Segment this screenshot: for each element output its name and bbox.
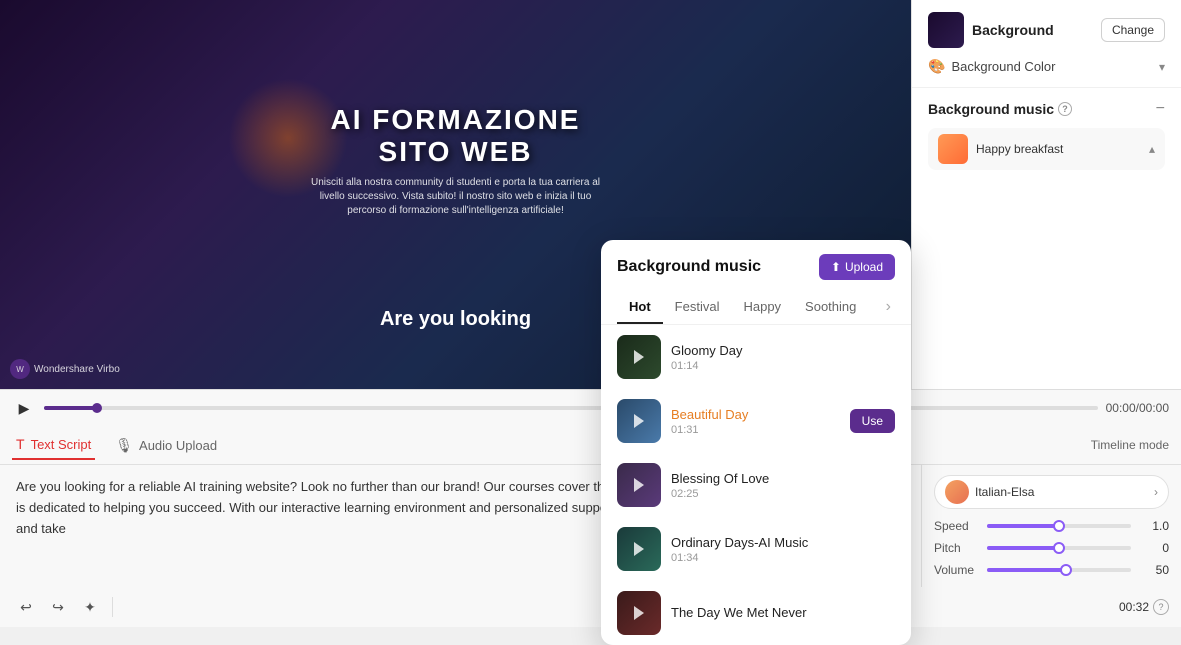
magic-button[interactable]: ✦ (76, 593, 104, 621)
pitch-value: 0 (1139, 541, 1169, 555)
music-info: Gloomy Day 01:14 (671, 343, 895, 372)
background-row: Background Change (928, 12, 1165, 48)
tab-hot[interactable]: Hot (617, 291, 663, 324)
background-label: Background (972, 22, 1093, 38)
pitch-thumb (1053, 542, 1065, 554)
volume-fill (987, 568, 1066, 572)
bg-music-title: Background music ? (928, 101, 1072, 117)
speed-thumb (1053, 520, 1065, 532)
play-button[interactable]: ▶ (12, 396, 36, 420)
chevron-up-icon: ▴ (1149, 142, 1155, 156)
text-script-icon: T (16, 436, 25, 452)
list-item[interactable]: Gloomy Day 01:14 (601, 325, 911, 389)
bg-music-header: Background music ? − (928, 100, 1165, 118)
tab-text-script[interactable]: T Text Script (12, 430, 95, 460)
speed-fill (987, 524, 1059, 528)
popup-header: Background music ⬆ Upload (601, 240, 911, 290)
pitch-slider[interactable] (987, 546, 1131, 550)
divider (112, 597, 113, 617)
volume-value: 50 (1139, 563, 1169, 577)
bottom-area: ▶ 00:00/00:00 T Text Script 🎙 Audio Uplo… (0, 389, 1181, 627)
background-section: Background Change 🎨 Background Color ▾ (912, 0, 1181, 88)
timeline-bar: ▶ 00:00/00:00 (0, 390, 1181, 426)
music-art-gloomy (617, 335, 661, 379)
voice-controls: Speed 1.0 Pitch 0 Volume (934, 519, 1169, 577)
music-list: Gloomy Day 01:14 Beautiful Day 01:31 Use (601, 325, 911, 389)
progress-thumb (92, 403, 102, 413)
speed-slider[interactable] (987, 524, 1131, 528)
selected-music-item[interactable]: Happy breakfast ▴ (928, 128, 1165, 170)
background-color-row[interactable]: 🎨 Background Color ▾ (928, 58, 1165, 75)
change-background-button[interactable]: Change (1101, 18, 1165, 42)
speed-control-row: Speed 1.0 (934, 519, 1169, 533)
right-panel: Background Change 🎨 Background Color ▾ B… (911, 0, 1181, 389)
tab-audio-upload[interactable]: 🎙 Audio Upload (111, 431, 221, 460)
upload-icon: ⬆ (831, 260, 841, 274)
voice-name: Italian-Elsa (975, 485, 1148, 499)
tab-happy[interactable]: Happy (731, 291, 793, 324)
voice-avatar (945, 480, 969, 504)
volume-thumb (1060, 564, 1072, 576)
microphone-icon: 🎙 (115, 437, 133, 454)
editor-content: Are you looking for a reliable AI traini… (0, 465, 1181, 587)
video-title-line2: SITO WEB (306, 135, 606, 167)
voice-panel: Italian-Elsa › Speed 1.0 Pitch (921, 465, 1181, 587)
tabs-more-icon[interactable]: › (882, 290, 895, 324)
volume-control-row: Volume 50 (934, 563, 1169, 577)
popup-title: Background music (617, 258, 761, 276)
selected-music-name: Happy breakfast (976, 142, 1141, 156)
music-popup: Background music ⬆ Upload Hot Festival H… (601, 240, 911, 389)
tool-buttons: ↩ ↪ ✦ 00:32 ? (0, 587, 1181, 627)
chevron-down-icon: ▾ (1159, 60, 1165, 74)
volume-label: Volume (934, 563, 979, 577)
voice-selector[interactable]: Italian-Elsa › (934, 475, 1169, 509)
music-tabs: Hot Festival Happy Soothing › (601, 290, 911, 325)
bg-color-label: Background Color (951, 59, 1153, 74)
time-display: 00:00/00:00 (1106, 401, 1169, 415)
video-looking-text: Are you looking (380, 308, 531, 331)
undo-button[interactable]: ↩ (12, 593, 40, 621)
background-thumbnail (928, 12, 964, 48)
editor-tabs: T Text Script 🎙 Audio Upload Timeline mo… (0, 426, 1181, 465)
video-subtitle: Unisciti alla nostra community di studen… (306, 175, 606, 217)
play-triangle-icon (634, 350, 644, 364)
video-title-line1: AI FORMAZIONE (306, 103, 606, 135)
time-code: 00:32 ? (1119, 599, 1169, 615)
redo-button[interactable]: ↪ (44, 593, 72, 621)
tab-festival[interactable]: Festival (663, 291, 732, 324)
speed-value: 1.0 (1139, 519, 1169, 533)
help-icon[interactable]: ? (1058, 102, 1072, 116)
music-name-gloomy: Gloomy Day (671, 343, 895, 358)
bg-music-section: Background music ? − Happy breakfast ▴ (912, 88, 1181, 182)
volume-slider[interactable] (987, 568, 1131, 572)
play-overlay (617, 335, 661, 379)
upload-button[interactable]: ⬆ Upload (819, 254, 895, 280)
timeline-mode-label: Timeline mode (1091, 438, 1169, 452)
paint-icon: 🎨 (928, 58, 945, 75)
music-duration-gloomy: 01:14 (671, 360, 895, 372)
progress-track[interactable] (44, 406, 1098, 410)
brand-logo: W Wondershare Virbo (10, 359, 120, 379)
logo-icon: W (10, 359, 30, 379)
music-thumbnail (938, 134, 968, 164)
brand-name: Wondershare Virbo (34, 364, 120, 375)
pitch-fill (987, 546, 1059, 550)
tab-soothing[interactable]: Soothing (793, 291, 868, 324)
collapse-music-icon[interactable]: − (1156, 100, 1165, 118)
pitch-control-row: Pitch 0 (934, 541, 1169, 555)
voice-chevron-icon: › (1154, 485, 1158, 499)
video-overlay: AI FORMAZIONE SITO WEB Unisciti alla nos… (306, 103, 606, 217)
progress-fill (44, 406, 97, 410)
pitch-label: Pitch (934, 541, 979, 555)
help-circle-icon[interactable]: ? (1153, 599, 1169, 615)
speed-label: Speed (934, 519, 979, 533)
